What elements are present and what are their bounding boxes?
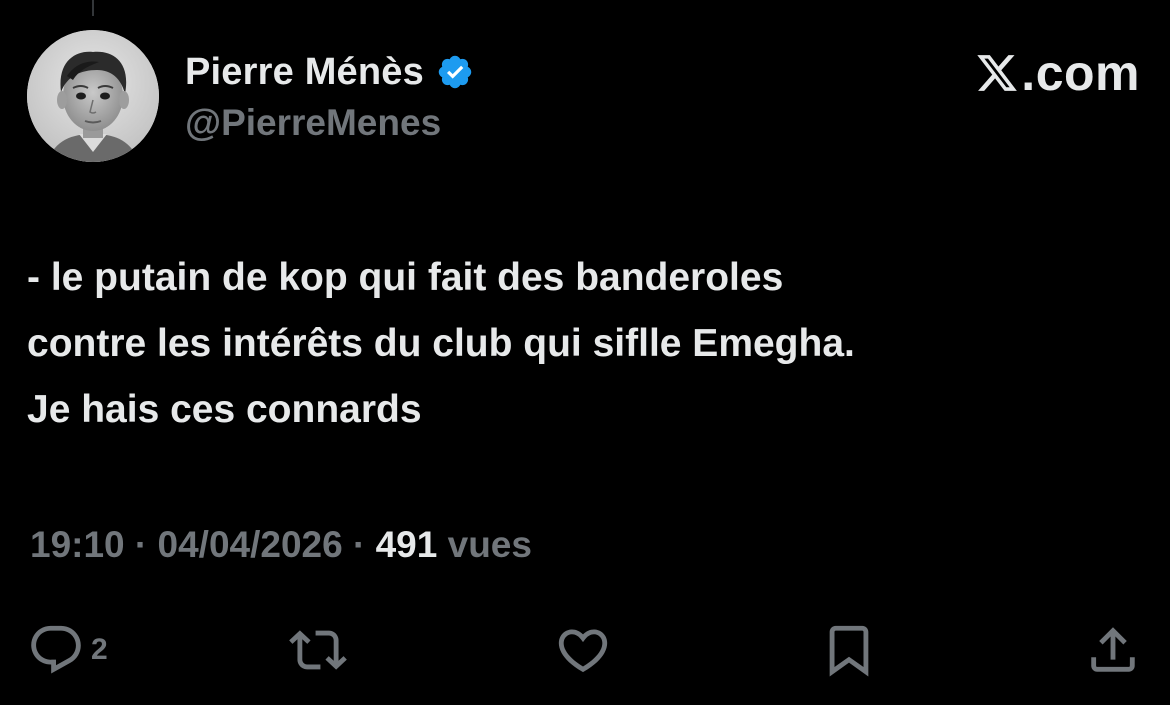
thread-connector-line: [92, 0, 94, 16]
meta-separator: ·: [342, 524, 376, 565]
reply-count: 2: [91, 633, 108, 666]
action-bar: 2: [27, 620, 1142, 680]
tweet-time[interactable]: 19:10: [30, 524, 125, 565]
retweet-button[interactable]: [289, 620, 347, 680]
tweet-text: - le putain de kop qui fait des banderol…: [27, 245, 1137, 443]
tweet-date[interactable]: 04/04/2026: [158, 524, 343, 565]
tweet-meta: 19:10 · 04/04/2026 · 491 vues: [30, 524, 532, 566]
meta-separator: ·: [124, 524, 158, 565]
brand-watermark: .com: [975, 44, 1140, 102]
author-handle[interactable]: @PierreMenes: [185, 102, 474, 144]
reply-button[interactable]: 2: [27, 620, 108, 680]
tweet-line: contre les intérêts du club qui siflle E…: [27, 322, 855, 365]
brand-text: .com: [1021, 45, 1140, 101]
tweet-header: Pierre Ménès @PierreMenes .com: [27, 30, 1142, 164]
bookmark-button[interactable]: [820, 620, 878, 680]
like-icon: [558, 629, 608, 673]
display-name-row: Pierre Ménès: [185, 48, 474, 96]
display-name[interactable]: Pierre Ménès: [185, 51, 424, 94]
like-button[interactable]: [554, 620, 612, 680]
share-icon: [1091, 627, 1135, 672]
author-names: Pierre Ménès @PierreMenes: [185, 48, 474, 144]
tweet-line: Je hais ces connards: [27, 388, 422, 431]
views-count: 491: [375, 524, 438, 565]
views-label: vues: [447, 524, 532, 565]
verified-badge-icon[interactable]: [436, 53, 474, 91]
x-logo-icon: [977, 55, 1018, 91]
avatar[interactable]: [27, 30, 159, 162]
share-button[interactable]: [1084, 620, 1142, 680]
retweet-icon: [289, 630, 347, 670]
avatar-photo: [27, 30, 159, 162]
reply-icon: [31, 625, 81, 674]
bookmark-icon: [829, 625, 869, 677]
tweet-line: - le putain de kop qui fait des banderol…: [27, 256, 784, 299]
